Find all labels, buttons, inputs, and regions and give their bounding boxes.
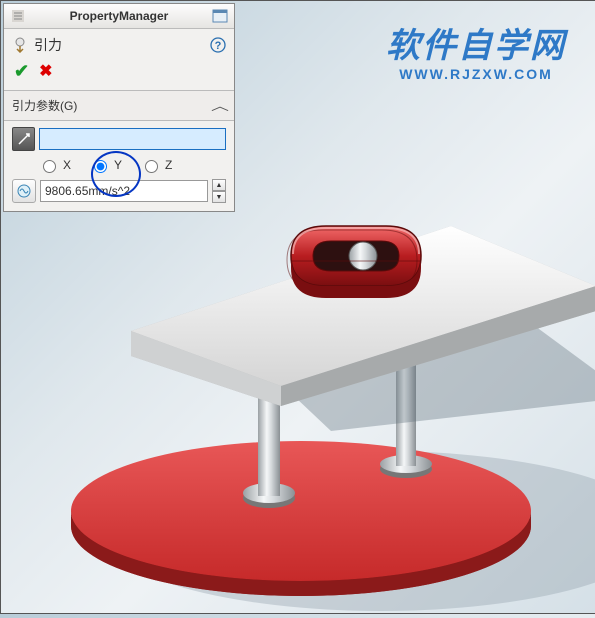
spin-up-icon[interactable]: ▲ [212, 179, 226, 191]
reference-pick-button[interactable] [12, 127, 35, 151]
axis-z-label: Z [165, 158, 172, 172]
section-body: X Y Z ▲ ▼ [4, 121, 234, 211]
axis-z[interactable]: Z [140, 157, 172, 173]
watermark: 软件自学网 WWW.RJZXW.COM [386, 29, 566, 81]
feature-label: 引力 [34, 35, 62, 55]
svg-text:?: ? [215, 40, 222, 52]
value-spinner[interactable]: ▲ ▼ [212, 179, 226, 203]
panel-header: PropertyManager [4, 4, 234, 29]
axis-x-label: X [63, 158, 71, 172]
property-manager-panel: PropertyManager 引力 ? ✔ ✖ 引力参数(G) ︿ X Y Z [3, 3, 235, 212]
feature-row: 引力 ? [4, 29, 234, 59]
gravity-icon-button[interactable] [12, 179, 36, 203]
help-icon[interactable]: ? [210, 37, 226, 53]
confirm-row: ✔ ✖ [4, 59, 234, 90]
axis-x[interactable]: X [38, 157, 71, 173]
watermark-en: WWW.RJZXW.COM [386, 67, 566, 82]
cancel-button[interactable]: ✖ [39, 61, 52, 82]
section-label: 引力参数(G) [12, 97, 214, 114]
spin-down-icon[interactable]: ▼ [212, 191, 226, 203]
section-header[interactable]: 引力参数(G) ︿ [4, 90, 234, 121]
reference-input[interactable] [39, 128, 226, 150]
collapse-icon: ︿ [211, 97, 229, 114]
axis-row: X Y Z [12, 151, 226, 179]
gravity-feature-icon [12, 37, 28, 53]
ok-button[interactable]: ✔ [14, 61, 29, 82]
panel-options-icon[interactable] [210, 6, 230, 26]
watermark-cn: 软件自学网 [386, 29, 566, 65]
axis-y-label: Y [114, 158, 122, 172]
axis-y[interactable]: Y [89, 157, 122, 173]
panel-title: PropertyManager [34, 9, 204, 23]
panel-grip-icon [8, 6, 28, 26]
gravity-value-row: ▲ ▼ [12, 179, 226, 203]
reference-row [12, 127, 226, 151]
gravity-value-input[interactable] [40, 180, 208, 202]
